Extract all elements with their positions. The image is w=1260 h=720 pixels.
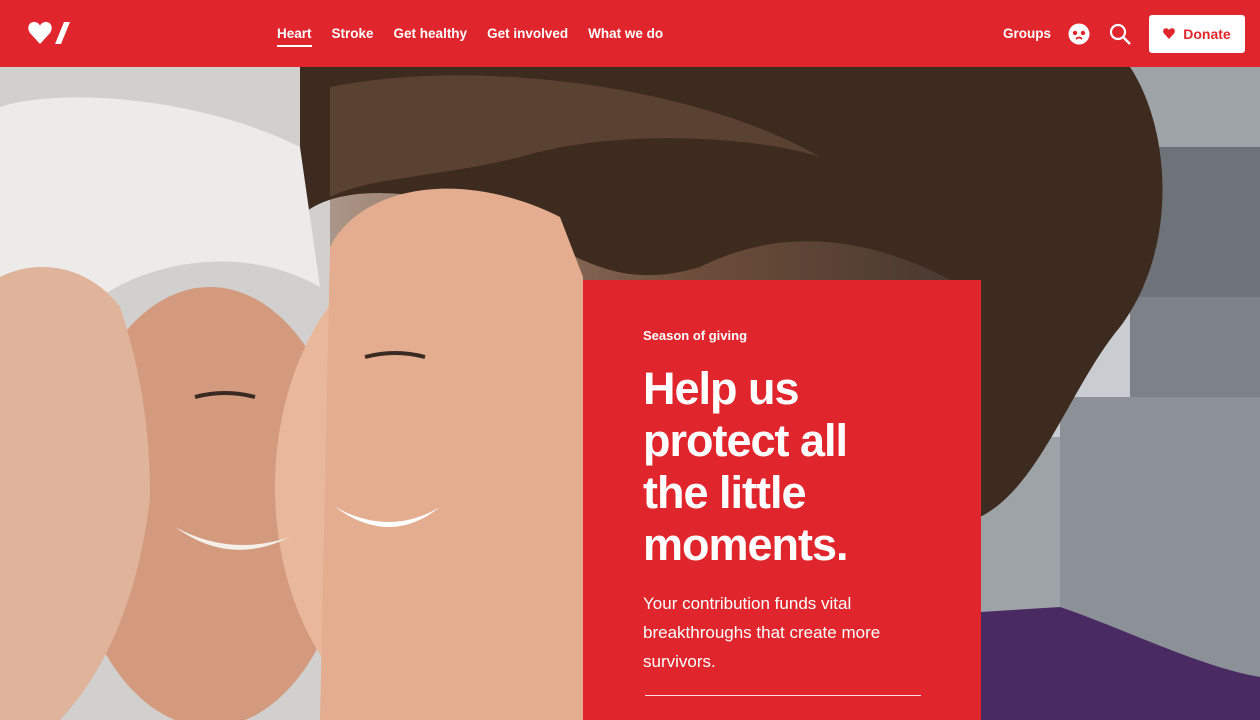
- card-divider: [645, 695, 921, 696]
- nav-what-we-do[interactable]: What we do: [588, 20, 663, 47]
- heart-icon: [1163, 28, 1176, 39]
- donate-button[interactable]: Donate: [1149, 14, 1245, 53]
- nav-heart[interactable]: Heart: [277, 20, 312, 47]
- support-icon[interactable]: [1067, 22, 1091, 46]
- heart-logo-icon[interactable]: [28, 20, 72, 46]
- groups-link[interactable]: Groups: [1003, 26, 1051, 41]
- main-nav: Heart Stroke Get healthy Get involved Wh…: [277, 0, 683, 67]
- nav-get-involved[interactable]: Get involved: [487, 20, 568, 47]
- season-of-giving-card: Season of giving Help us protect all the…: [583, 280, 981, 720]
- header-tools: Groups Donate: [1003, 0, 1245, 67]
- search-icon[interactable]: [1108, 22, 1132, 46]
- card-description: Your contribution funds vital breakthrou…: [643, 594, 881, 671]
- card-headline: Help us protect all the little moments.: [643, 363, 849, 570]
- nav-get-healthy[interactable]: Get healthy: [394, 20, 468, 47]
- nav-stroke[interactable]: Stroke: [332, 20, 374, 47]
- donate-label: Donate: [1183, 25, 1231, 42]
- card-eyebrow: Season of giving: [643, 328, 748, 343]
- top-navigation-bar: Heart Stroke Get healthy Get involved Wh…: [0, 0, 1260, 67]
